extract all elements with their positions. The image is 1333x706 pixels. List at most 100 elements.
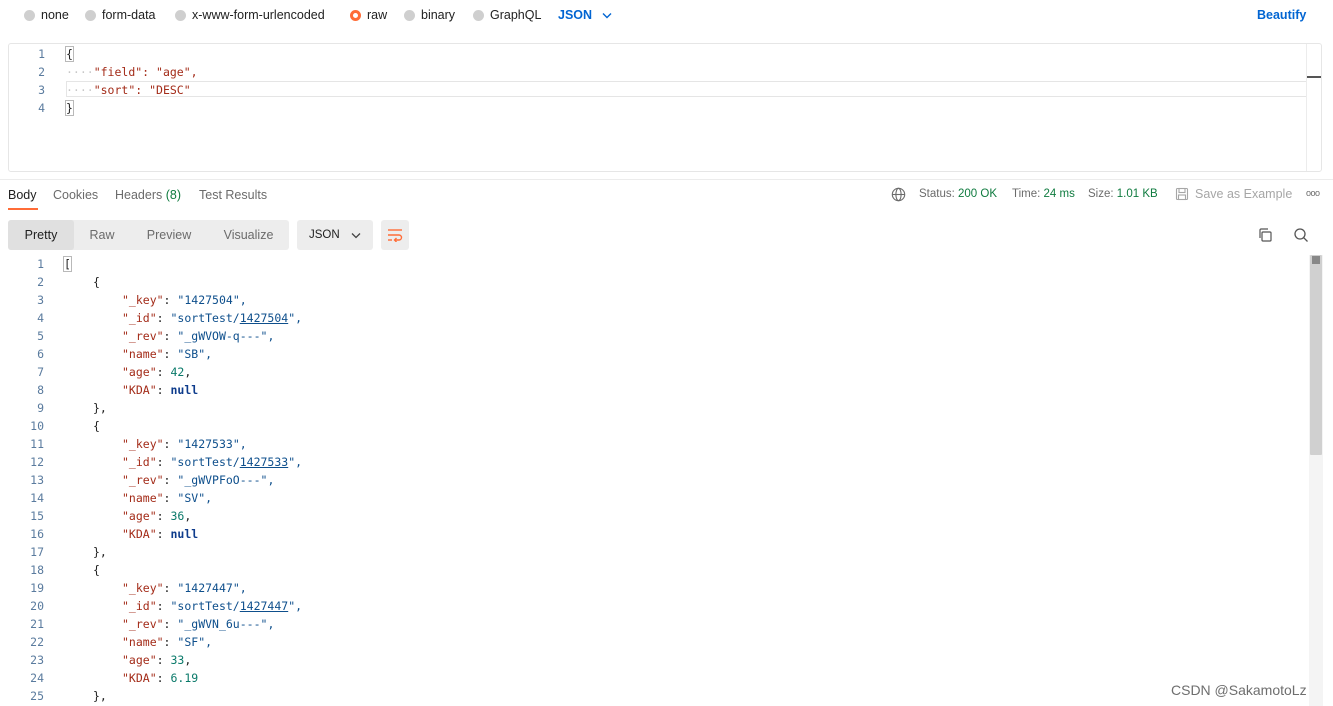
line-number: 4	[38, 101, 45, 115]
code-line: "_key": "1427533",	[122, 437, 247, 451]
radio-circle-icon	[404, 9, 415, 21]
save-icon	[1175, 187, 1189, 201]
line-number: 3	[38, 83, 45, 97]
line-number: 3	[37, 293, 44, 307]
size-info: Size: 1.01 KB	[1088, 188, 1158, 200]
code-line: "_rev": "_gWVN_6u---",	[122, 617, 275, 631]
radio-form-data[interactable]: form-data	[85, 8, 156, 22]
time-info: Time: 24 ms	[1012, 188, 1075, 200]
code-line: "_id": "sortTest/1427504",	[122, 311, 303, 325]
line-number: 24	[30, 671, 44, 685]
line-number: 25	[30, 689, 44, 703]
copy-icon[interactable]	[1257, 227, 1273, 243]
code-line: },	[93, 689, 107, 703]
radio-circle-icon	[175, 9, 186, 21]
radio-none[interactable]: none	[24, 8, 69, 22]
code-line: "_key": "1427504",	[122, 293, 247, 307]
editor-scrollbar[interactable]	[1306, 44, 1321, 171]
beautify-button[interactable]: Beautify	[1257, 8, 1306, 22]
view-mode-switcher: Pretty Raw Preview Visualize	[8, 220, 289, 250]
code-line: [	[63, 256, 72, 272]
tab-cookies[interactable]: Cookies	[53, 188, 98, 202]
body-type-bar: none form-data x-www-form-urlencoded raw…	[0, 0, 1333, 30]
code-line: "_rev": "_gWVPFoO---",	[122, 473, 275, 487]
code-line: {	[93, 419, 100, 433]
line-number: 10	[30, 419, 44, 433]
code-line: "_id": "sortTest/1427447",	[122, 599, 303, 613]
code-line: "age": 33,	[122, 653, 192, 667]
line-number: 19	[30, 581, 44, 595]
line-number: 21	[30, 617, 44, 631]
line-number: 12	[30, 455, 44, 469]
save-as-example-button[interactable]: Save as Example	[1175, 187, 1292, 201]
code-line: "KDA": null	[122, 383, 199, 397]
code-line: ····"sort": "DESC"	[66, 83, 191, 97]
line-number: 15	[30, 509, 44, 523]
line-number: 1	[38, 47, 45, 61]
active-tab-indicator	[8, 208, 38, 210]
line-number: 22	[30, 635, 44, 649]
line-number: 16	[30, 527, 44, 541]
code-line: },	[93, 401, 107, 415]
code-line: {	[65, 46, 74, 62]
radio-graphql[interactable]: GraphQL	[473, 8, 541, 22]
code-line: "_id": "sortTest/1427533",	[122, 455, 303, 469]
wrap-lines-icon	[388, 229, 403, 242]
request-body-editor[interactable]: 1 2 3 4 { ····"field": "age", ····"sort"…	[8, 43, 1322, 172]
globe-icon[interactable]	[891, 187, 906, 202]
code-line: }	[65, 100, 74, 116]
view-pretty[interactable]: Pretty	[8, 220, 74, 250]
code-line: {	[93, 275, 100, 289]
radio-raw[interactable]: raw	[350, 8, 387, 22]
code-line: "age": 36,	[122, 509, 192, 523]
time-value[interactable]: 24 ms	[1044, 188, 1075, 200]
response-body-viewer[interactable]: 1 2 3 4 5 6 7 8 9 10 11 12 13 14 15 16 17 18 19 20 21 22 23 24 2…	[0, 255, 1309, 706]
line-number: 14	[30, 491, 44, 505]
line-number: 9	[37, 401, 44, 415]
view-preview[interactable]: Preview	[130, 220, 208, 250]
radio-selected-icon	[350, 9, 361, 21]
line-number: 17	[30, 545, 44, 559]
code-line: "name": "SF",	[122, 635, 213, 649]
code-line: },	[93, 545, 107, 559]
current-line-highlight	[66, 81, 1307, 97]
status-value[interactable]: 200 OK	[958, 188, 997, 200]
tab-test-results[interactable]: Test Results	[199, 188, 267, 202]
line-number: 20	[30, 599, 44, 613]
pane-divider[interactable]	[0, 179, 1333, 180]
search-icon[interactable]	[1293, 227, 1309, 243]
size-value[interactable]: 1.01 KB	[1117, 188, 1158, 200]
radio-x-www-form-urlencoded[interactable]: x-www-form-urlencoded	[175, 8, 325, 22]
view-raw[interactable]: Raw	[74, 220, 130, 250]
code-line: "_rev": "_gWVOW-q---",	[122, 329, 275, 343]
radio-binary[interactable]: binary	[404, 8, 455, 22]
code-line: "_key": "1427447",	[122, 581, 247, 595]
line-number: 11	[30, 437, 44, 451]
radio-circle-icon	[85, 9, 96, 21]
tab-body[interactable]: Body	[8, 188, 37, 202]
view-visualize[interactable]: Visualize	[208, 220, 289, 250]
code-line: "age": 42,	[122, 365, 192, 379]
line-number: 5	[37, 329, 44, 343]
code-line: ····"field": "age",	[66, 65, 198, 79]
response-scrollbar[interactable]	[1309, 255, 1323, 706]
response-format-dropdown[interactable]: JSON	[297, 220, 373, 250]
line-number: 7	[37, 365, 44, 379]
line-number: 6	[37, 347, 44, 361]
language-dropdown[interactable]: JSON	[558, 8, 612, 22]
headers-count: (8)	[165, 188, 182, 202]
watermark: CSDN @SakamotoLz	[1171, 682, 1307, 698]
code-line: {	[93, 563, 100, 577]
wrap-lines-button[interactable]	[381, 220, 409, 250]
line-number: 2	[38, 65, 45, 79]
line-number: 13	[30, 473, 44, 487]
line-number: 23	[30, 653, 44, 667]
chevron-down-icon	[602, 12, 612, 18]
line-number: 4	[37, 311, 44, 325]
more-options-icon[interactable]: ooo	[1306, 188, 1320, 198]
radio-circle-icon	[473, 9, 484, 21]
chevron-down-icon	[351, 232, 361, 238]
line-number: 18	[30, 563, 44, 577]
line-number: 8	[37, 383, 44, 397]
tab-headers[interactable]: Headers (8)	[115, 188, 181, 202]
